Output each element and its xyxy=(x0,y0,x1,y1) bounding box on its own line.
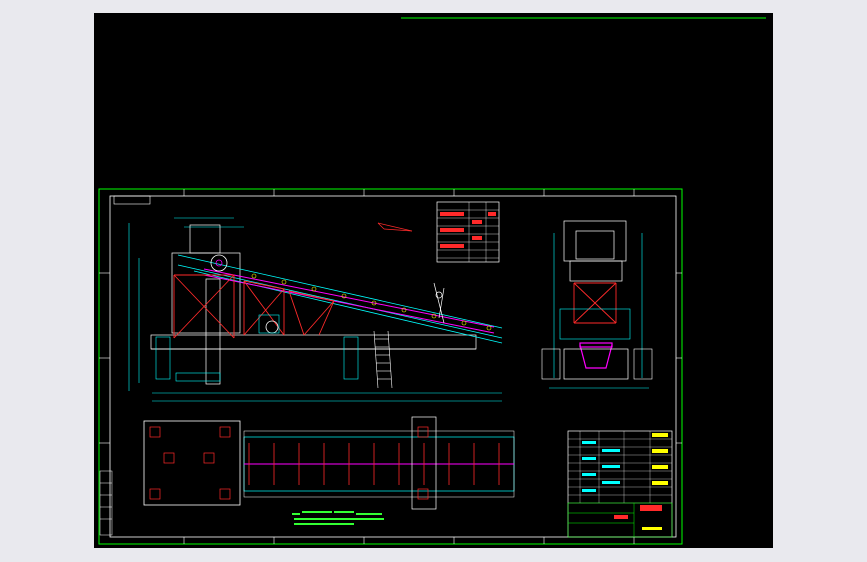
notes-block xyxy=(292,511,384,525)
drive-unit xyxy=(265,320,279,334)
conveyor-drawing xyxy=(98,17,766,545)
ladder xyxy=(373,330,393,389)
title-block xyxy=(567,430,673,538)
plan-view xyxy=(143,416,515,525)
sheet-label-box xyxy=(113,195,151,205)
cad-viewport[interactable] xyxy=(94,13,773,548)
parameter-table xyxy=(436,201,500,263)
end-view xyxy=(541,220,653,389)
slope-indicator xyxy=(377,222,413,232)
sheet-border-inner xyxy=(109,195,677,538)
